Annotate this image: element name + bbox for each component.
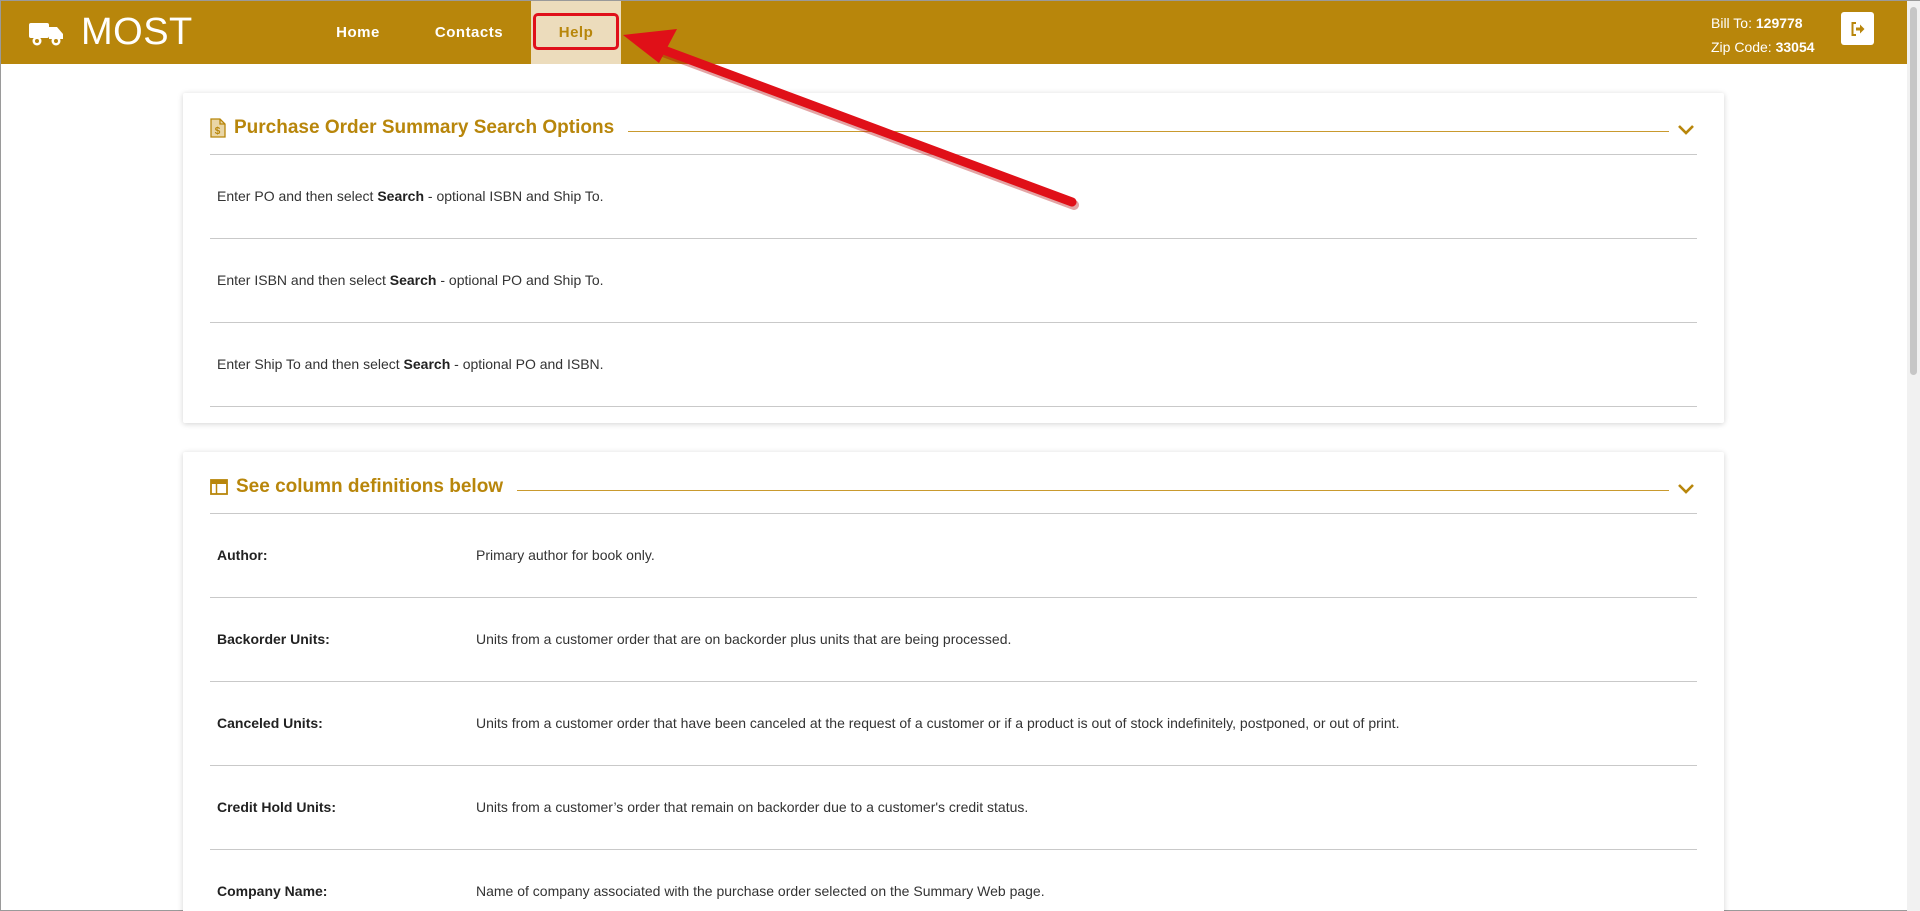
column-definitions-title: See column definitions below: [236, 476, 504, 497]
chevron-down-icon[interactable]: [1675, 479, 1697, 499]
definition-row: Canceled Units: Units from a customer or…: [210, 682, 1697, 766]
search-options-title: Purchase Order Summary Search Options: [234, 117, 615, 138]
scrollbar-thumb[interactable]: [1910, 7, 1917, 375]
definition-description: Name of company associated with the purc…: [476, 883, 1045, 899]
definition-term: Author:: [217, 547, 268, 563]
nav-help[interactable]: Help: [531, 1, 621, 64]
sign-out-icon: [1851, 21, 1864, 36]
definition-term: Backorder Units:: [217, 631, 330, 647]
option-text: Enter PO and then select Search - option…: [217, 188, 604, 204]
chevron-down-icon[interactable]: [1675, 120, 1697, 140]
option-text: Enter ISBN and then select Search - opti…: [217, 272, 604, 288]
option-text-tail: - optional PO and ISBN.: [450, 356, 604, 372]
option-text-bold: Search: [377, 188, 425, 204]
bill-to-label: Bill To:: [1711, 15, 1752, 31]
zip-code-label: Zip Code:: [1711, 39, 1772, 55]
table-icon: [210, 479, 228, 495]
definition-description: Units from a customer order that are on …: [476, 631, 1012, 647]
account-info: Bill To: 129778 Zip Code: 33054: [1711, 11, 1815, 59]
search-options-panel: $ Purchase Order Summary Search Options …: [183, 93, 1724, 423]
option-text: Enter Ship To and then select Search - o…: [217, 356, 604, 372]
definition-description: Primary author for book only.: [476, 547, 655, 563]
brand-name: MOST: [81, 11, 193, 53]
definition-term: Canceled Units:: [217, 715, 323, 731]
option-text-tail: - optional PO and Ship To.: [436, 272, 604, 288]
definition-description: Units from a customer order that have be…: [476, 715, 1400, 731]
option-text-lead: Enter PO and then select: [217, 188, 378, 204]
nav-contacts[interactable]: Contacts: [415, 1, 523, 64]
zip-code-value: 33054: [1775, 39, 1815, 55]
nav-home[interactable]: Home: [301, 1, 415, 64]
option-text-bold: Search: [403, 356, 451, 372]
svg-text:$: $: [215, 126, 221, 137]
search-options-header[interactable]: $ Purchase Order Summary Search Options: [210, 110, 1697, 154]
definition-description: Units from a customer’s order that remai…: [476, 799, 1029, 815]
list-item: Enter ISBN and then select Search - opti…: [210, 239, 1697, 323]
column-definitions-header[interactable]: See column definitions below: [210, 469, 1697, 513]
option-text-tail: - optional ISBN and Ship To.: [424, 188, 604, 204]
top-navbar: MOST Home Contacts Help Bill To: 129778 …: [1, 1, 1907, 64]
brand[interactable]: MOST: [27, 11, 193, 54]
definition-row: Credit Hold Units: Units from a customer…: [210, 766, 1697, 850]
bill-to-value: 129778: [1755, 15, 1803, 31]
list-item: Enter Ship To and then select Search - o…: [210, 323, 1697, 407]
vertical-scrollbar[interactable]: [1907, 1, 1920, 911]
option-text-bold: Search: [389, 272, 437, 288]
definition-row: Backorder Units: Units from a customer o…: [210, 598, 1697, 682]
definition-term: Company Name:: [217, 883, 328, 899]
column-definitions-title-wrap: See column definitions below: [210, 476, 518, 498]
column-definitions-panel: See column definitions below Author: Pri…: [183, 452, 1724, 911]
truck-icon: [29, 22, 63, 45]
definition-term: Credit Hold Units:: [217, 799, 336, 815]
option-text-lead: Enter ISBN and then select: [217, 272, 390, 288]
document-dollar-icon: $: [210, 118, 226, 138]
list-item: Enter PO and then select Search - option…: [210, 155, 1697, 239]
search-options-title-wrap: $ Purchase Order Summary Search Options: [210, 117, 629, 139]
logout-button[interactable]: [1841, 12, 1874, 45]
definition-row: Company Name: Name of company associated…: [210, 850, 1697, 911]
option-text-lead: Enter Ship To and then select: [217, 356, 404, 372]
definition-row: Author: Primary author for book only.: [210, 514, 1697, 598]
nav-help-label: Help: [558, 24, 594, 41]
main-nav: Home Contacts Help: [301, 1, 621, 64]
